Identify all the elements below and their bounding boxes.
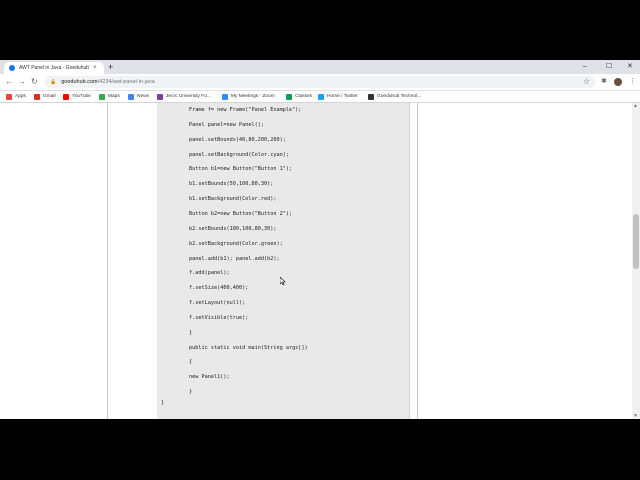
code-line: f.setSize(400,400); <box>189 285 249 292</box>
scroll-up-arrow-icon[interactable]: ▲ <box>633 103 638 109</box>
content-right-border <box>417 103 418 419</box>
code-line: b1.setBackground(Color.red); <box>189 196 277 203</box>
bookmark-jecrc[interactable]: Jecrc University Fo... <box>157 92 211 101</box>
new-tab-button[interactable]: + <box>108 61 113 73</box>
url-text: goeduhub.com/4234/awt-panel-in-java <box>61 79 155 85</box>
profile-avatar[interactable] <box>614 78 622 86</box>
bookmark-classes[interactable]: Classes <box>286 92 312 101</box>
code-line: Button b1=new Button("Button 1"); <box>189 166 293 173</box>
code-line: } <box>189 329 193 336</box>
code-line: b1.setBounds(50,100,80,30); <box>189 181 274 188</box>
address-bar[interactable]: 🔒 goeduhub.com/4234/awt-panel-in-java ☆ <box>44 76 596 88</box>
news-icon <box>128 93 134 100</box>
bookmark-zoom[interactable]: My Meetings - Zoom <box>222 92 275 101</box>
maximize-button[interactable]: ☐ <box>606 61 612 73</box>
menu-icon[interactable]: ⋮ <box>629 76 636 88</box>
code-line: b2.setBounds(100,100,80,30); <box>189 225 277 232</box>
mouse-cursor-icon <box>280 277 286 285</box>
bookmark-apps[interactable]: Apps <box>6 92 26 101</box>
code-line: panel.add(b1); panel.add(b2); <box>189 255 280 262</box>
favicon-icon <box>9 65 15 71</box>
close-window-button[interactable]: ✕ <box>627 61 633 73</box>
bookmark-news[interactable]: News <box>128 92 149 101</box>
code-line: { <box>189 359 193 366</box>
tab-awt-panel[interactable]: AWT Panel in Java - Goeduhub T × <box>4 62 104 74</box>
apps-grid-icon <box>6 93 12 100</box>
bookmark-twitter[interactable]: Home / Twitter <box>318 92 358 101</box>
maps-pin-icon <box>99 93 105 100</box>
extensions-icon[interactable]: ✱ <box>601 76 607 88</box>
code-line: b2.setBackground(Color.green); <box>189 240 283 247</box>
url-host: goeduhub.com <box>61 79 98 85</box>
bookmark-star-icon[interactable]: ☆ <box>583 76 590 88</box>
code-line: panel.setBounds(40,80,200,200); <box>189 136 286 143</box>
code-line: } <box>189 389 193 396</box>
page-content: Frame f= new Frame("Panel Example"); Pane… <box>0 103 632 419</box>
code-line: Button b2=new Button("Button 2"); <box>189 210 293 217</box>
code-line: panel.setBackground(Color.cyan); <box>189 151 289 158</box>
bookmark-goeduhub[interactable]: Goeduhub Technol... <box>368 92 421 101</box>
gmail-icon <box>34 93 40 100</box>
code-line: f.add(panel); <box>189 270 230 277</box>
toolbar: ← → ↻ 🔒 goeduhub.com/4234/awt-panel-in-j… <box>0 74 640 91</box>
minimize-button[interactable]: – <box>583 61 587 73</box>
close-tab-icon[interactable]: × <box>93 65 97 71</box>
letterbox-bottom <box>0 419 640 480</box>
bookmark-gmail[interactable]: Gmail <box>34 92 56 101</box>
zoom-icon <box>222 93 228 100</box>
jecrc-icon <box>157 93 163 100</box>
code-line: new Panel1(); <box>189 374 230 381</box>
bookmarks-bar: Apps Gmail YouTube Maps News Jecrc Unive… <box>0 91 640 103</box>
tab-title: AWT Panel in Java - Goeduhub T <box>19 65 91 71</box>
code-line: public static void main(String args[]) <box>189 344 308 351</box>
classroom-icon <box>286 93 292 100</box>
scroll-thumb[interactable] <box>633 213 639 269</box>
code-closing-brace: } <box>161 400 165 406</box>
page-scrollbar[interactable]: ▲ ▼ <box>632 103 640 419</box>
tab-strip: AWT Panel in Java - Goeduhub T × + – ☐ ✕ <box>0 60 640 74</box>
code-line: f.setLayout(null); <box>189 300 246 307</box>
content-left-border <box>107 103 108 419</box>
code-line: Panel panel=new Panel(); <box>189 121 264 128</box>
code-line: Frame f= new Frame("Panel Example"); <box>189 107 302 113</box>
browser-window: AWT Panel in Java - Goeduhub T × + – ☐ ✕… <box>0 60 640 419</box>
letterbox-top <box>0 0 640 60</box>
back-button[interactable]: ← <box>5 76 13 88</box>
forward-button[interactable]: → <box>18 76 26 88</box>
goeduhub-icon <box>368 93 374 100</box>
bookmark-maps[interactable]: Maps <box>99 92 120 101</box>
youtube-icon <box>63 93 69 100</box>
twitter-icon <box>318 93 324 100</box>
url-path: /4234/awt-panel-in-java <box>97 79 155 85</box>
reload-button[interactable]: ↻ <box>31 76 38 88</box>
code-line: f.setVisible(true); <box>189 314 249 321</box>
bookmark-youtube[interactable]: YouTube <box>63 92 91 101</box>
lock-icon: 🔒 <box>50 79 57 85</box>
